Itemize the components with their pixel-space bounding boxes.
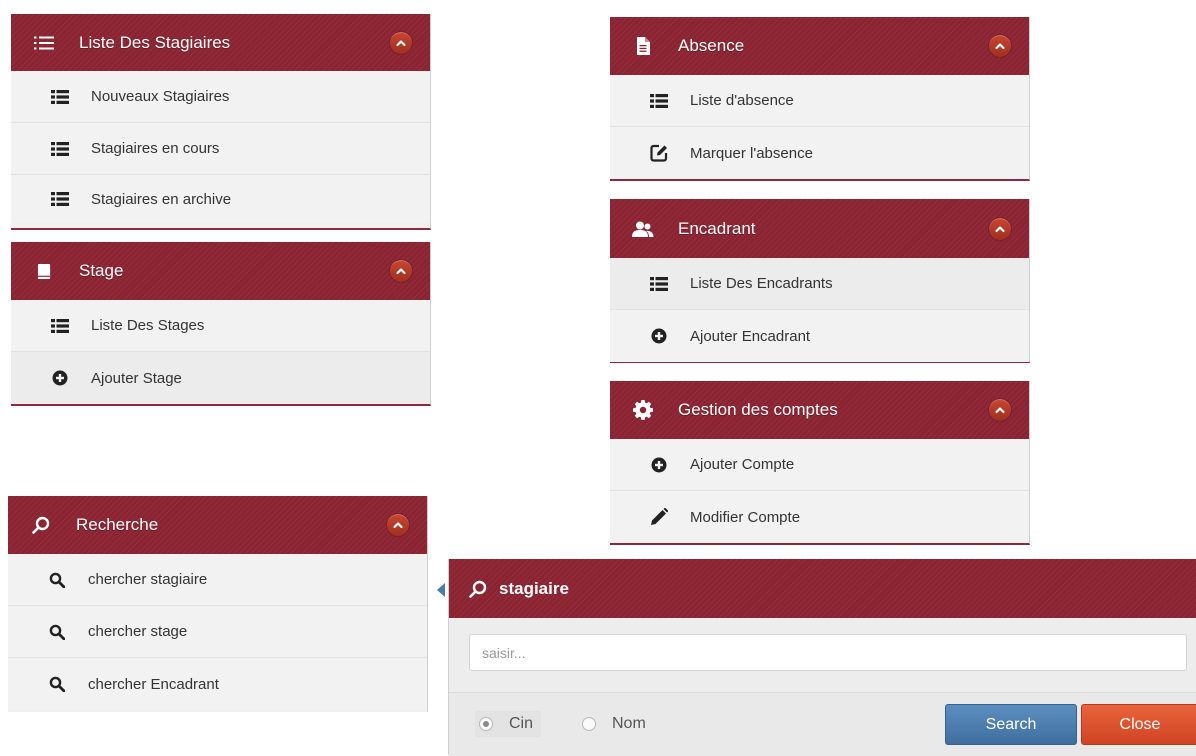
- menu-item-label: Marquer l'absence: [690, 144, 813, 162]
- search-popover: stagiaire Cin Nom Search Close: [437, 559, 1196, 756]
- list-icon: [650, 92, 668, 110]
- panel-stage-header[interactable]: Stage: [11, 242, 430, 300]
- menu-item-label: Nouveaux Stagiaires: [91, 88, 230, 105]
- list-icon: [51, 88, 69, 106]
- menu-item-label: chercher stage: [88, 623, 188, 640]
- menu-item-label: Stagiaires en cours: [91, 140, 220, 157]
- menu-item-liste-des-stages[interactable]: Liste Des Stages: [11, 300, 430, 352]
- list-icon: [51, 140, 69, 158]
- menu-item-label: Liste d'absence: [690, 92, 794, 109]
- menu-item-nouveaux-stagiaires[interactable]: Nouveaux Stagiaires: [11, 71, 430, 123]
- list-icon: [33, 32, 55, 54]
- menu-item-stagiaires-en-cours[interactable]: Stagiaires en cours: [11, 123, 430, 175]
- panel-comptes: Gestion des comptes Ajouter Compte Modif…: [610, 381, 1030, 545]
- menu-item-ajouter-compte[interactable]: Ajouter Compte: [610, 439, 1029, 491]
- panel-stagiaires: Liste Des Stagiaires Nouveaux Stagiaires…: [11, 14, 431, 230]
- panel-comptes-header[interactable]: Gestion des comptes: [610, 381, 1029, 439]
- book-icon: [33, 260, 55, 282]
- panel-title: Absence: [678, 36, 745, 55]
- panel-encadrant-header[interactable]: Encadrant: [610, 199, 1029, 258]
- plus-circle-icon: [650, 456, 668, 474]
- pencil-icon: [650, 508, 668, 526]
- radio-label: Cin: [509, 715, 534, 732]
- panel-recherche-header[interactable]: Recherche: [8, 496, 427, 554]
- menu-item-label: Stagiaires en archive: [91, 190, 232, 208]
- search-icon: [467, 578, 489, 600]
- menu-item-marquer-absence[interactable]: Marquer l'absence: [610, 127, 1029, 179]
- radio-label: Nom: [612, 715, 646, 732]
- menu-item-label: Liste Des Encadrants: [690, 275, 833, 292]
- search-input[interactable]: [469, 634, 1187, 671]
- chevron-up-icon[interactable]: [390, 260, 412, 282]
- panel-title: Encadrant: [678, 218, 756, 238]
- menu-item-label: chercher Encadrant: [88, 675, 219, 693]
- menu-item-chercher-stage[interactable]: chercher stage: [8, 606, 427, 658]
- radio-button[interactable]: [582, 717, 596, 731]
- menu-item-label: Modifier Compte: [690, 508, 801, 526]
- panel-stagiaires-header[interactable]: Liste Des Stagiaires: [11, 14, 430, 71]
- gear-icon: [632, 399, 654, 421]
- popover-header: stagiaire: [449, 559, 1196, 618]
- list-icon: [51, 190, 69, 208]
- menu-item-label: chercher stagiaire: [88, 571, 208, 588]
- plus-circle-icon: [51, 369, 69, 387]
- radio-cin[interactable]: Cin: [475, 711, 542, 737]
- menu-item-chercher-stagiaire[interactable]: chercher stagiaire: [8, 554, 427, 606]
- panel-title: Liste Des Stagiaires: [79, 32, 231, 52]
- panel-absence: Absence Liste d'absence Marquer l'absenc…: [610, 17, 1030, 181]
- plus-circle-icon: [650, 327, 668, 345]
- list-icon: [51, 317, 69, 335]
- menu-item-label: Ajouter Compte: [690, 456, 795, 473]
- menu-item-ajouter-encadrant[interactable]: Ajouter Encadrant: [610, 310, 1029, 362]
- search-icon: [48, 571, 66, 589]
- edit-icon: [650, 144, 668, 162]
- panel-title: Stage: [79, 261, 124, 280]
- chevron-up-icon[interactable]: [989, 399, 1011, 421]
- close-button[interactable]: Close: [1081, 704, 1196, 745]
- chevron-up-icon[interactable]: [390, 31, 412, 54]
- search-icon: [30, 514, 52, 536]
- search-icon: [48, 623, 66, 641]
- chevron-up-icon[interactable]: [989, 35, 1011, 57]
- menu-item-liste-des-encadrants[interactable]: Liste Des Encadrants: [610, 258, 1029, 310]
- menu-item-liste-absence[interactable]: Liste d'absence: [610, 75, 1029, 127]
- menu-item-ajouter-stage[interactable]: Ajouter Stage: [11, 352, 430, 404]
- menu-item-label: Liste Des Stages: [91, 317, 205, 334]
- panel-absence-header[interactable]: Absence: [610, 17, 1029, 75]
- panel-recherche: Recherche chercher stagiaire chercher st…: [8, 496, 428, 712]
- users-icon: [632, 218, 654, 240]
- chevron-up-icon[interactable]: [387, 514, 409, 536]
- menu-item-label: Ajouter Stage: [91, 369, 182, 387]
- popover-footer: Cin Nom Search Close: [449, 692, 1196, 756]
- menu-item-stagiaires-en-archive[interactable]: Stagiaires en archive: [11, 175, 430, 223]
- menu-item-modifier-compte[interactable]: Modifier Compte: [610, 491, 1029, 543]
- radio-button-selected[interactable]: [479, 717, 493, 731]
- menu-item-chercher-encadrant[interactable]: chercher Encadrant: [8, 658, 427, 710]
- panel-title: Recherche: [76, 515, 159, 534]
- panel-title: Gestion des comptes: [678, 400, 838, 419]
- panel-encadrant: Encadrant Liste Des Encadrants Ajouter E…: [610, 199, 1030, 363]
- panel-stage: Stage Liste Des Stages Ajouter Stage: [11, 242, 431, 406]
- radio-nom[interactable]: Nom: [582, 715, 646, 733]
- search-button[interactable]: Search: [945, 704, 1077, 745]
- list-icon: [650, 275, 668, 293]
- menu-item-label: Ajouter Encadrant: [690, 327, 811, 345]
- popover-arrow: [437, 583, 445, 597]
- document-icon: [632, 35, 654, 57]
- search-icon: [48, 675, 66, 693]
- chevron-up-icon[interactable]: [989, 217, 1011, 240]
- popover-title: stagiaire: [499, 578, 569, 598]
